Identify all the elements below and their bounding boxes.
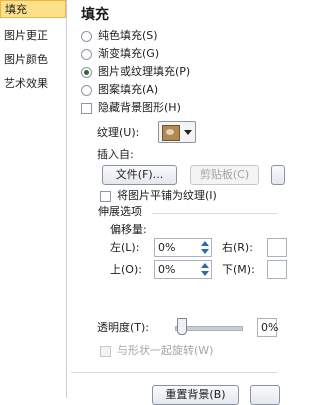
hide-background-label[interactable]: 隐藏背景图形(H): [98, 101, 181, 115]
picture-texture-fill-radio[interactable]: [81, 67, 92, 78]
sidebar-item-artistic-effects[interactable]: 艺术效果: [4, 75, 48, 93]
solid-fill-label[interactable]: 纯色填充(S): [98, 29, 158, 43]
top-offset-spinner[interactable]: 0%: [154, 260, 212, 279]
texture-dropdown[interactable]: [158, 121, 196, 143]
insert-from-label: 插入自:: [97, 148, 134, 161]
close-button[interactable]: [250, 385, 280, 405]
sidebar-item-picture-corrections[interactable]: 图片更正: [4, 27, 48, 45]
right-offset-spinner[interactable]: [267, 238, 287, 257]
bottom-offset-label: 下(M):: [222, 263, 255, 276]
hide-background-checkbox[interactable]: [81, 103, 92, 114]
transparency-value[interactable]: 0%: [261, 321, 278, 334]
footer-divider: [71, 372, 277, 373]
rotate-with-shape-label[interactable]: 与形状一起旋转(W): [117, 344, 213, 358]
fill-settings-pane: 填充 纯色填充(S) 渐变填充(G) 图片或纹理填充(P) 图案填充(A) 隐藏…: [67, 0, 287, 405]
left-offset-label: 左(L):: [110, 241, 140, 254]
file-button[interactable]: 文件(F)...: [102, 165, 177, 185]
section-title: 填充: [81, 7, 109, 23]
sidebar-item-fill[interactable]: 填充: [0, 0, 66, 18]
top-offset-value[interactable]: 0%: [158, 263, 175, 276]
top-offset-label: 上(O):: [110, 263, 142, 276]
tile-as-texture-checkbox[interactable]: [100, 191, 111, 202]
stretch-options-divider: [152, 213, 277, 214]
right-offset-label: 右(R):: [222, 241, 253, 254]
gradient-fill-radio[interactable]: [81, 49, 92, 60]
solid-fill-radio[interactable]: [81, 31, 92, 42]
offset-title: 偏移量:: [110, 223, 147, 236]
clip-art-button[interactable]: [271, 165, 285, 185]
tile-as-texture-label[interactable]: 将图片平铺为纹理(I): [117, 189, 217, 203]
clipboard-button[interactable]: 剪贴板(C): [190, 165, 259, 185]
texture-label: 纹理(U):: [97, 126, 140, 139]
category-sidebar: 填充 图片更正 图片颜色 艺术效果: [0, 0, 67, 398]
texture-swatch-icon: [162, 125, 180, 141]
stretch-options-title: 伸展选项: [98, 205, 142, 218]
bottom-offset-spinner[interactable]: [267, 260, 287, 279]
reset-background-button[interactable]: 重置背景(B): [152, 385, 239, 405]
increment-icon[interactable]: [201, 263, 209, 268]
transparency-label: 透明度(T):: [97, 321, 150, 334]
sidebar-item-picture-color[interactable]: 图片颜色: [4, 51, 48, 69]
rotate-with-shape-checkbox[interactable]: [100, 346, 111, 357]
picture-texture-fill-label[interactable]: 图片或纹理填充(P): [98, 65, 190, 79]
pattern-fill-radio[interactable]: [81, 85, 92, 96]
gradient-fill-label[interactable]: 渐变填充(G): [98, 47, 159, 61]
transparency-slider-thumb[interactable]: [177, 318, 187, 335]
increment-icon[interactable]: [201, 241, 209, 246]
transparency-spinner[interactable]: 0%: [257, 318, 278, 337]
left-offset-value[interactable]: 0%: [158, 241, 175, 254]
decrement-icon[interactable]: [201, 249, 209, 254]
chevron-down-icon: [184, 130, 192, 135]
left-offset-spinner[interactable]: 0%: [154, 238, 212, 257]
pattern-fill-label[interactable]: 图案填充(A): [98, 83, 158, 97]
decrement-icon[interactable]: [201, 271, 209, 276]
